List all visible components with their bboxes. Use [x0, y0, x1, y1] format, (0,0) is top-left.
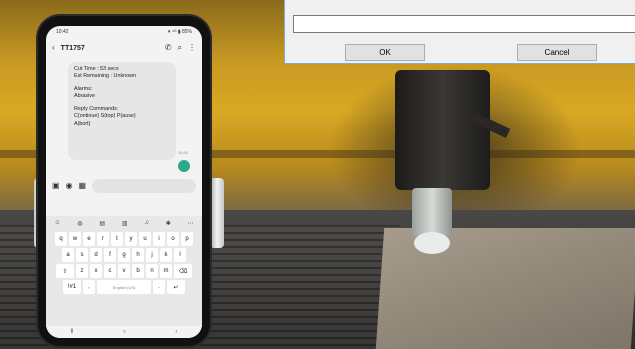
key-m[interactable]: m — [160, 264, 172, 278]
message-bubble[interactable]: Cut Time : 53 secs Est Remaining : Unkno… — [68, 62, 176, 160]
home-icon[interactable]: ○ — [122, 329, 126, 335]
cutting-head — [395, 70, 490, 190]
key-c[interactable]: c — [104, 264, 116, 278]
gallery-icon[interactable]: ▣ — [52, 182, 60, 190]
key-x[interactable]: x — [90, 264, 102, 278]
message-time: 10:42 — [178, 150, 189, 155]
enter-key[interactable]: ↵ — [167, 280, 185, 294]
dialog-window: OK Cancel — [284, 0, 635, 64]
sticker-icon[interactable]: ▦ — [79, 182, 87, 190]
more-vert-icon[interactable]: ⋮ — [188, 44, 196, 52]
key-s[interactable]: s — [76, 248, 88, 262]
key-e[interactable]: e — [83, 232, 95, 246]
key-q[interactable]: q — [55, 232, 67, 246]
nav-bar: ⦀ ○ ‹ — [46, 326, 202, 338]
cancel-button[interactable]: Cancel — [517, 44, 597, 61]
keyboard-row: !#1 , English (US) . ↵ — [46, 280, 202, 294]
clipboard-icon[interactable]: ▥ — [122, 220, 128, 227]
keyboard-row: asdfghjkl — [46, 248, 202, 262]
key-t[interactable]: t — [111, 232, 123, 246]
emoji-icon[interactable]: ☺ — [54, 220, 60, 226]
key-d[interactable]: d — [90, 248, 102, 262]
period-key[interactable]: . — [153, 280, 165, 294]
space-key[interactable]: English (US) — [97, 280, 151, 294]
search-icon[interactable]: ⌕ — [178, 44, 182, 52]
backspace-key[interactable]: ⌫ — [174, 264, 192, 278]
keyboard-toolbar: ☺ ◍ ▤ ▥ ♫ ✱ ⋯ — [46, 216, 202, 230]
key-o[interactable]: o — [167, 232, 179, 246]
mount-clamp-right — [210, 178, 224, 248]
keyboard-row: qwertyuiop — [46, 232, 202, 246]
key-b[interactable]: b — [132, 264, 144, 278]
compose-bar: ▣ ◉ ▦ — [46, 176, 202, 196]
dialog-input[interactable] — [293, 15, 635, 33]
key-v[interactable]: v — [118, 264, 130, 278]
message-line: Est Remaining : Unknown — [74, 73, 137, 80]
key-r[interactable]: r — [97, 232, 109, 246]
message-line: Alarms: — [74, 85, 93, 92]
comma-key[interactable]: , — [83, 280, 95, 294]
message-line: Reply Commands: — [74, 105, 119, 112]
key-z[interactable]: z — [76, 264, 88, 278]
camera-icon[interactable]: ◉ — [66, 182, 73, 190]
key-u[interactable]: u — [139, 232, 151, 246]
message-line: C(ontinue) S(top) P(ause) — [74, 113, 136, 120]
message-line: Cut Time : 53 secs — [74, 66, 119, 72]
key-g[interactable]: g — [118, 248, 130, 262]
nozzle — [412, 188, 452, 236]
key-j[interactable]: j — [146, 248, 158, 262]
key-y[interactable]: y — [125, 232, 137, 246]
ok-button[interactable]: OK — [345, 44, 425, 61]
message-list: Cut Time : 53 secs Est Remaining : Unkno… — [46, 58, 202, 176]
phone-icon[interactable]: ✆ — [165, 44, 172, 52]
message-line: A(bort) — [74, 120, 91, 127]
nozzle-tip — [414, 232, 450, 254]
key-h[interactable]: h — [132, 248, 144, 262]
key-f[interactable]: f — [104, 248, 116, 262]
smartphone: 10:42 ▾ ⁴ᴳ ▮ 85% ‹ TT1757 ✆ ⌕ ⋮ Cut Time… — [38, 16, 210, 346]
keyboard: ☺ ◍ ▤ ▥ ♫ ✱ ⋯ qwertyuiop asdfghjkl ⇧ zxc… — [46, 216, 202, 338]
send-button[interactable] — [178, 160, 190, 172]
more-icon[interactable]: ⋯ — [188, 220, 194, 227]
status-time: 10:42 — [56, 29, 69, 35]
key-i[interactable]: i — [153, 232, 165, 246]
back-arrow-icon[interactable]: ‹ — [52, 44, 55, 52]
key-n[interactable]: n — [146, 264, 158, 278]
symbols-key[interactable]: !#1 — [63, 280, 81, 294]
keyboard-row: ⇧ z x c v b n m ⌫ — [46, 264, 202, 278]
status-bar: 10:42 ▾ ⁴ᴳ ▮ 85% — [46, 26, 202, 38]
nav-back-icon[interactable]: ‹ — [175, 329, 177, 335]
key-a[interactable]: a — [62, 248, 74, 262]
key-k[interactable]: k — [160, 248, 172, 262]
conversation-header: ‹ TT1757 ✆ ⌕ ⋮ — [46, 38, 202, 58]
message-input[interactable] — [92, 179, 196, 193]
sticker-icon[interactable]: ◍ — [77, 220, 82, 227]
key-l[interactable]: l — [174, 248, 186, 262]
mic-icon[interactable]: ♫ — [144, 220, 149, 226]
key-p[interactable]: p — [181, 232, 193, 246]
phone-screen: 10:42 ▾ ⁴ᴳ ▮ 85% ‹ TT1757 ✆ ⌕ ⋮ Cut Time… — [46, 26, 202, 338]
recent-apps-icon[interactable]: ⦀ — [71, 329, 74, 336]
contact-name: TT1757 — [60, 44, 85, 52]
status-icons: ▾ ⁴ᴳ ▮ 85% — [167, 29, 192, 35]
key-w[interactable]: w — [69, 232, 81, 246]
settings-icon[interactable]: ✱ — [166, 220, 171, 227]
shift-key[interactable]: ⇧ — [56, 264, 74, 278]
message-line: Abrasive — [74, 93, 95, 100]
gif-icon[interactable]: ▤ — [99, 220, 105, 227]
